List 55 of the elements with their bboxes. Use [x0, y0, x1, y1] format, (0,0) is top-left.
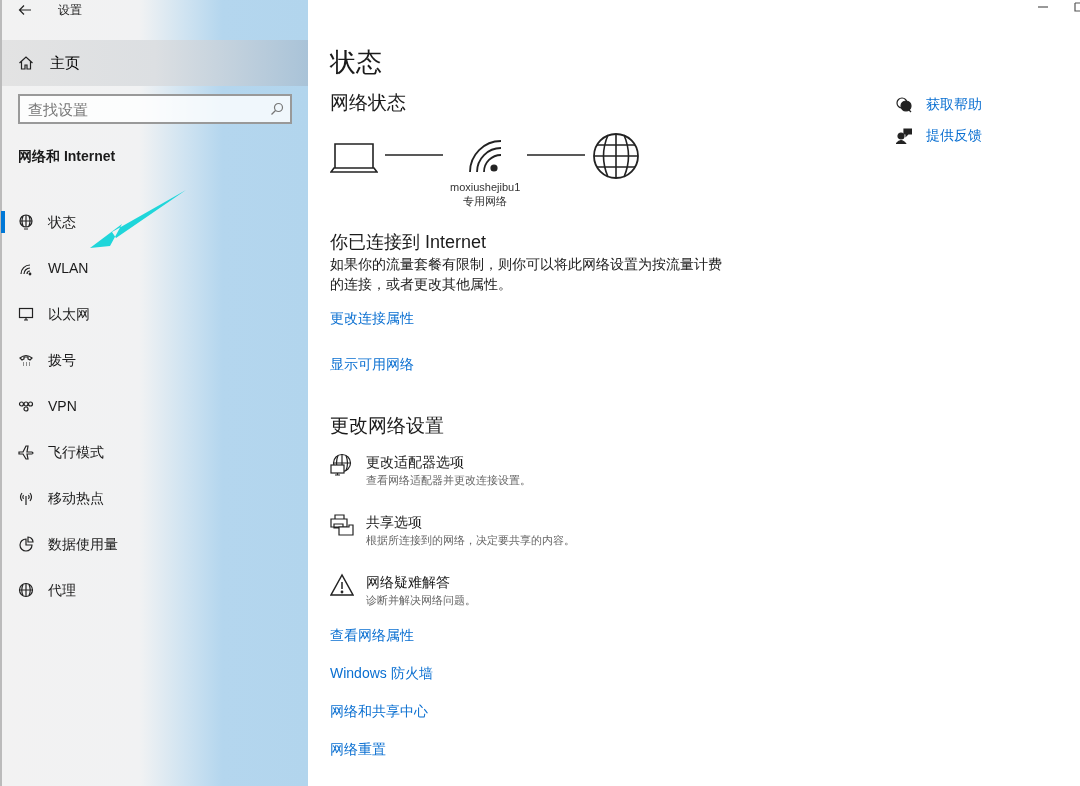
globe-icon: [592, 132, 641, 180]
monitor-icon: [18, 306, 34, 322]
maximize-icon: [1074, 2, 1080, 12]
antenna-icon: [18, 490, 34, 506]
connection-description: 如果你的流量套餐有限制，则你可以将此网络设置为按流量计费的连接，或者更改其他属性。: [330, 255, 723, 294]
phone-icon: [18, 352, 34, 368]
link[interactable]: 查看网络属性: [330, 625, 414, 645]
sidebar-nav-item[interactable]: 移动热点: [2, 475, 308, 521]
connection-line: [384, 153, 444, 157]
sidebar-nav-item[interactable]: 数据使用量: [2, 521, 308, 567]
pie-chart-icon: [18, 536, 34, 552]
sidebar-nav-item[interactable]: 拨号: [2, 337, 308, 383]
network-name: moxiushejibu1: [450, 180, 521, 194]
sidebar-nav-item[interactable]: 以太网: [2, 291, 308, 337]
sidebar-nav-item[interactable]: WLAN: [2, 245, 308, 291]
section-heading: 网络和 Internet: [18, 147, 117, 166]
option-description: 诊断并解决网络问题。: [366, 593, 476, 608]
link[interactable]: 获取帮助: [926, 94, 982, 115]
sidebar-nav-item[interactable]: 飞行模式: [2, 429, 308, 475]
globe-icon: [18, 582, 34, 598]
back-arrow-icon: [18, 4, 32, 16]
search-icon: [270, 102, 284, 116]
section-heading: 更改网络设置: [330, 414, 444, 438]
vpn-icon: [18, 398, 34, 414]
section-heading: 网络状态: [330, 91, 406, 115]
connection-line: [526, 153, 587, 157]
link[interactable]: 显示可用网络: [330, 354, 414, 374]
option-title[interactable]: 更改适配器选项: [366, 453, 531, 472]
page-title: 状态: [330, 46, 382, 79]
home-icon: [18, 55, 34, 71]
option-title[interactable]: 共享选项: [366, 513, 575, 532]
globe-monitor-icon: [18, 214, 34, 230]
connection-status-title: 你已连接到 Internet: [330, 231, 487, 254]
globe-monitor-icon: [330, 453, 354, 477]
wifi-icon: [467, 138, 504, 174]
home-nav-item[interactable]: 主页: [2, 40, 308, 86]
help-chat-icon: [896, 96, 912, 113]
link[interactable]: 网络重置: [330, 739, 386, 759]
warning-icon: [330, 573, 354, 597]
option-title[interactable]: 网络疑难解答: [366, 573, 476, 592]
link[interactable]: Windows 防火墙: [330, 663, 433, 683]
link[interactable]: 网络和共享中心: [330, 701, 428, 721]
airplane-icon: [18, 444, 34, 460]
window-title: 设置: [58, 2, 82, 19]
sidebar-nav-item[interactable]: 代理: [2, 567, 308, 613]
link[interactable]: 更改连接属性: [330, 308, 414, 328]
option-description: 根据所连接到的网络，决定要共享的内容。: [366, 533, 575, 548]
feedback-person-icon: [896, 127, 912, 144]
network-type: 专用网络: [463, 194, 508, 208]
option-description: 查看网络适配器并更改连接设置。: [366, 473, 531, 488]
printer-folder-icon: [330, 513, 354, 537]
search-field[interactable]: 查找设置: [18, 94, 292, 124]
sidebar-nav-item[interactable]: 状态: [2, 199, 308, 245]
sidebar-nav-item[interactable]: VPN: [2, 383, 308, 429]
link[interactable]: 提供反馈: [926, 125, 982, 146]
